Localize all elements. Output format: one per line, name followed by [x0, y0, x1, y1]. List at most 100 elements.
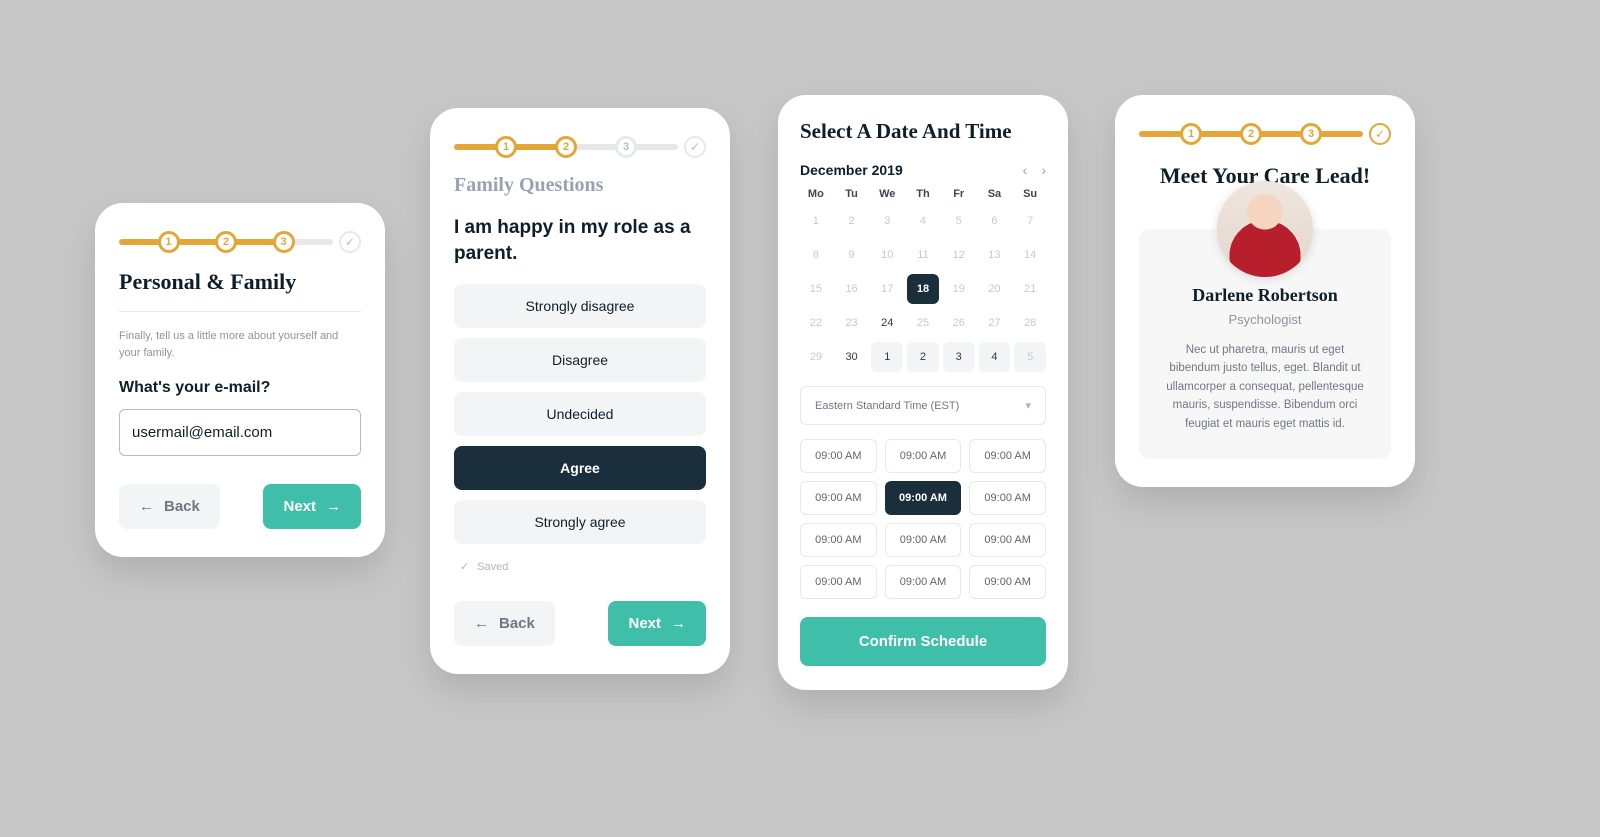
step-done-icon: ✓ — [1369, 123, 1391, 145]
step-1: 1 — [158, 231, 180, 253]
time-slot[interactable]: 09:00 AM — [885, 439, 962, 473]
back-label: Back — [499, 615, 535, 632]
time-slot[interactable]: 09:00 AM — [800, 439, 877, 473]
back-button[interactable]: ← Back — [454, 601, 555, 646]
time-slot[interactable]: 09:00 AM — [969, 565, 1046, 599]
calendar-day: 19 — [943, 274, 975, 304]
calendar-day: 4 — [907, 206, 939, 236]
time-slot[interactable]: 09:00 AM — [969, 481, 1046, 515]
progress-stepper: 1 2 3 ✓ — [119, 231, 361, 253]
back-button[interactable]: ← Back — [119, 484, 220, 529]
answer-option[interactable]: Strongly agree — [454, 500, 706, 544]
time-slot[interactable]: 09:00 AM — [800, 565, 877, 599]
calendar-day[interactable]: 3 — [943, 342, 975, 372]
calendar-next-icon[interactable]: › — [1041, 162, 1046, 178]
calendar-weekday-row: Mo TuWe Th Fr SaSu — [800, 188, 1046, 200]
calendar-day: 16 — [836, 274, 868, 304]
step-1: 1 — [495, 136, 517, 158]
next-button[interactable]: Next → — [263, 484, 361, 529]
arrow-right-icon: → — [671, 615, 686, 632]
weekday-label: Sa — [979, 188, 1011, 200]
time-slot[interactable]: 09:00 AM — [885, 565, 962, 599]
card-personal-family: 1 2 3 ✓ Personal & Family Finally, tell … — [95, 203, 385, 557]
calendar-day[interactable]: 1 — [871, 342, 903, 372]
calendar-day: 27 — [979, 308, 1011, 338]
card-schedule: Select A Date And Time December 2019 ‹ ›… — [778, 95, 1068, 690]
calendar-day[interactable]: 30 — [836, 342, 868, 372]
calendar-day: 13 — [979, 240, 1011, 270]
calendar-day[interactable]: 2 — [907, 342, 939, 372]
answer-option[interactable]: Strongly disagree — [454, 284, 706, 328]
back-label: Back — [164, 498, 200, 515]
step-2: 2 — [215, 231, 237, 253]
arrow-right-icon: → — [326, 498, 341, 515]
next-button[interactable]: Next → — [608, 601, 706, 646]
time-slot[interactable]: 09:00 AM — [885, 481, 962, 515]
answer-option[interactable]: Agree — [454, 446, 706, 490]
calendar-day: 9 — [836, 240, 868, 270]
calendar-day[interactable]: 24 — [871, 308, 903, 338]
card-family-questions: 1 2 3 ✓ Family Questions I am happy in m… — [430, 108, 730, 674]
calendar-day: 22 — [800, 308, 832, 338]
calendar-day[interactable]: 5 — [1014, 342, 1046, 372]
section-title: Family Questions — [454, 174, 706, 197]
saved-indicator: ✓ Saved — [460, 560, 706, 573]
weekday-label: Th — [907, 188, 939, 200]
step-3: 3 — [1300, 123, 1322, 145]
step-3: 3 — [273, 231, 295, 253]
weekday-label: Tu — [836, 188, 868, 200]
time-slot[interactable]: 09:00 AM — [969, 523, 1046, 557]
calendar-day: 17 — [871, 274, 903, 304]
calendar-day: 6 — [979, 206, 1011, 236]
question-statement: I am happy in my role as a parent. — [454, 215, 706, 266]
calendar-day: 28 — [1014, 308, 1046, 338]
progress-stepper: 1 2 3 ✓ — [1139, 123, 1391, 145]
calendar-day: 25 — [907, 308, 939, 338]
step-3: 3 — [615, 136, 637, 158]
next-label: Next — [628, 615, 661, 632]
avatar — [1217, 181, 1313, 277]
calendar-day: 14 — [1014, 240, 1046, 270]
time-slot[interactable]: 09:00 AM — [800, 481, 877, 515]
calendar-day: 26 — [943, 308, 975, 338]
calendar-grid: 1234567891011121314151617181920212223242… — [800, 206, 1046, 372]
check-icon: ✓ — [460, 560, 469, 573]
weekday-label: Fr — [943, 188, 975, 200]
time-slot[interactable]: 09:00 AM — [885, 523, 962, 557]
email-field[interactable] — [119, 409, 361, 456]
calendar-day[interactable]: 4 — [979, 342, 1011, 372]
calendar-day: 11 — [907, 240, 939, 270]
calendar-month: December 2019 — [800, 162, 903, 178]
step-2: 2 — [555, 136, 577, 158]
timezone-select[interactable]: Eastern Standard Time (EST) ▾ — [800, 386, 1046, 425]
answer-option[interactable]: Undecided — [454, 392, 706, 436]
timezone-label: Eastern Standard Time (EST) — [815, 400, 959, 412]
calendar-day: 3 — [871, 206, 903, 236]
time-slot-grid: 09:00 AM09:00 AM09:00 AM09:00 AM09:00 AM… — [800, 439, 1046, 599]
calendar-day: 10 — [871, 240, 903, 270]
weekday-label: Su — [1014, 188, 1046, 200]
calendar-prev-icon[interactable]: ‹ — [1023, 162, 1028, 178]
progress-stepper: 1 2 3 ✓ — [454, 136, 706, 158]
calendar-day[interactable]: 18 — [907, 274, 939, 304]
step-done-icon: ✓ — [684, 136, 706, 158]
calendar-day: 8 — [800, 240, 832, 270]
weekday-label: Mo — [800, 188, 832, 200]
time-slot[interactable]: 09:00 AM — [800, 523, 877, 557]
arrow-left-icon: ← — [139, 498, 154, 515]
page-title: Select A Date And Time — [800, 119, 1046, 144]
chevron-down-icon: ▾ — [1025, 399, 1031, 412]
card-care-lead: 1 2 3 ✓ Meet Your Care Lead! Darlene Rob… — [1115, 95, 1415, 487]
saved-label: Saved — [477, 561, 508, 573]
time-slot[interactable]: 09:00 AM — [969, 439, 1046, 473]
answer-option[interactable]: Disagree — [454, 338, 706, 382]
calendar-day: 23 — [836, 308, 868, 338]
weekday-label: We — [871, 188, 903, 200]
calendar-day: 15 — [800, 274, 832, 304]
step-1: 1 — [1180, 123, 1202, 145]
step-2: 2 — [1240, 123, 1262, 145]
page-subtitle: Finally, tell us a little more about you… — [119, 328, 361, 361]
calendar-day: 12 — [943, 240, 975, 270]
confirm-schedule-button[interactable]: Confirm Schedule — [800, 617, 1046, 666]
calendar-day: 2 — [836, 206, 868, 236]
